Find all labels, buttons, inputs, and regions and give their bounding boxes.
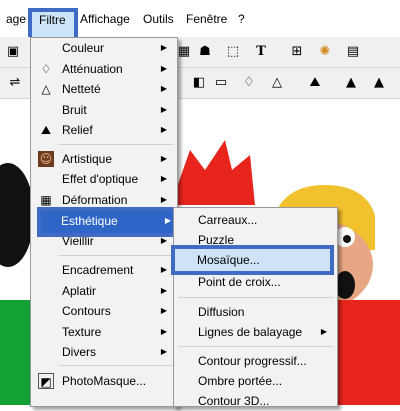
menu-filtre[interactable]: Filtre bbox=[39, 13, 66, 27]
menu-separator bbox=[59, 255, 173, 256]
mountain-icon: ⛰ bbox=[40, 123, 52, 137]
menu-item-aplatir[interactable]: Aplatir ▶ bbox=[31, 281, 177, 301]
menu-item-effet-optique[interactable]: Effet d'optique ▶ bbox=[31, 169, 177, 189]
menu-separator bbox=[59, 365, 173, 366]
submenu-item-carreaux[interactable]: Carreaux... bbox=[174, 210, 337, 230]
submenu-arrow-icon: ▶ bbox=[160, 125, 167, 134]
menu-separator bbox=[178, 297, 333, 298]
menu-item-relief[interactable]: ⛰ Relief ▶ bbox=[31, 120, 177, 140]
menu-item-couleur[interactable]: Couleur ▶ bbox=[31, 38, 177, 58]
cone-icon[interactable]: ▲ bbox=[342, 74, 360, 92]
menu-item-encadrement[interactable]: Encadrement ▶ bbox=[31, 260, 177, 280]
triangle-icon: △ bbox=[41, 82, 51, 96]
person-icon[interactable]: ☗ bbox=[196, 43, 214, 61]
menu-image[interactable]: age bbox=[6, 12, 26, 26]
submenu-item-diffusion[interactable]: Diffusion bbox=[174, 302, 337, 322]
sharpen-icon[interactable]: △ bbox=[268, 74, 286, 92]
submenu-arrow-icon: ▶ bbox=[160, 347, 167, 356]
submenu-item-mosaique[interactable]: Mosaïque... bbox=[171, 245, 334, 275]
menu-fenetre[interactable]: Fenêtre bbox=[186, 12, 227, 26]
drop-icon[interactable]: ♢ bbox=[240, 74, 258, 92]
menu-item-nettete[interactable]: △ Netteté ▶ bbox=[31, 79, 177, 99]
menu-help[interactable]: ? bbox=[238, 12, 245, 26]
triangle-tool-icon[interactable]: ▲ bbox=[370, 74, 388, 92]
water-drop-icon: ♢ bbox=[40, 62, 52, 76]
mosaique-label: Mosaïque... bbox=[197, 253, 260, 267]
submenu-arrow-icon: ▶ bbox=[320, 327, 327, 336]
menu-item-contours[interactable]: Contours ▶ bbox=[31, 301, 177, 321]
submenu-item-contour-3d[interactable]: Contour 3D... bbox=[174, 391, 337, 411]
menu-item-photomasque[interactable]: ◩ PhotoMasque... bbox=[31, 371, 177, 391]
submenu-item-point-de-croix[interactable]: Point de croix... bbox=[174, 272, 337, 292]
menu-item-bruit[interactable]: Bruit ▶ bbox=[31, 100, 177, 120]
photomask-icon: ◩ bbox=[38, 373, 54, 389]
save-icon[interactable]: ▣ bbox=[4, 43, 22, 61]
emboss-icon[interactable]: ⛰ bbox=[306, 74, 324, 92]
submenu-arrow-icon: ▶ bbox=[160, 327, 167, 336]
menu-item-texture[interactable]: Texture ▶ bbox=[31, 322, 177, 342]
submenu-arrow-icon: ▶ bbox=[160, 84, 167, 93]
rectangle-icon[interactable]: ▭ bbox=[212, 74, 230, 92]
layers-icon[interactable]: ⊞ bbox=[288, 43, 306, 61]
submenu-arrow-icon: ▶ bbox=[160, 174, 167, 183]
menu-item-attenuation[interactable]: ♢ Atténuation ▶ bbox=[31, 59, 177, 79]
submenu-arrow-icon: ▶ bbox=[160, 195, 167, 204]
esthetique-submenu: Carreaux... Puzzle Point de croix... Dif… bbox=[173, 207, 338, 408]
menu-bar: age Filtre Affichage Outils Fenêtre ? bbox=[0, 0, 400, 45]
submenu-arrow-icon: ▶ bbox=[160, 306, 167, 315]
contrast-icon[interactable]: ◧ bbox=[190, 74, 208, 92]
effects-icon[interactable]: ✺ bbox=[316, 43, 334, 61]
selection-icon[interactable]: ⬚ bbox=[224, 43, 242, 61]
submenu-item-contour-progressif[interactable]: Contour progressif... bbox=[174, 351, 337, 371]
menu-outils[interactable]: Outils bbox=[143, 12, 174, 26]
text-tool-icon[interactable]: T bbox=[252, 43, 270, 61]
submenu-arrow-icon: ▶ bbox=[160, 154, 167, 163]
grid-icon: ▦ bbox=[40, 193, 52, 207]
adjust-icon[interactable]: ⇌ bbox=[6, 74, 24, 92]
submenu-arrow-icon: ▶ bbox=[160, 286, 167, 295]
submenu-arrow-icon: ▶ bbox=[160, 105, 167, 114]
submenu-item-lignes-balayage[interactable]: Lignes de balayage ▶ bbox=[174, 322, 337, 342]
portrait-icon: ☺ bbox=[38, 151, 54, 167]
submenu-arrow-icon: ▶ bbox=[160, 265, 167, 274]
menu-affichage[interactable]: Affichage bbox=[80, 12, 130, 26]
submenu-arrow-icon: ▶ bbox=[164, 216, 171, 225]
menu-separator bbox=[178, 346, 333, 347]
window-icon[interactable]: ▤ bbox=[344, 43, 362, 61]
menu-item-artistique[interactable]: ☺ Artistique ▶ bbox=[31, 149, 177, 169]
menu-item-esthetique[interactable]: Esthétique ▶ bbox=[37, 207, 181, 237]
submenu-arrow-icon: ▶ bbox=[160, 64, 167, 73]
menu-separator bbox=[59, 144, 173, 145]
menu-item-divers[interactable]: Divers ▶ bbox=[31, 342, 177, 362]
submenu-item-ombre-portee[interactable]: Ombre portée... bbox=[174, 371, 337, 391]
submenu-arrow-icon: ▶ bbox=[160, 43, 167, 52]
